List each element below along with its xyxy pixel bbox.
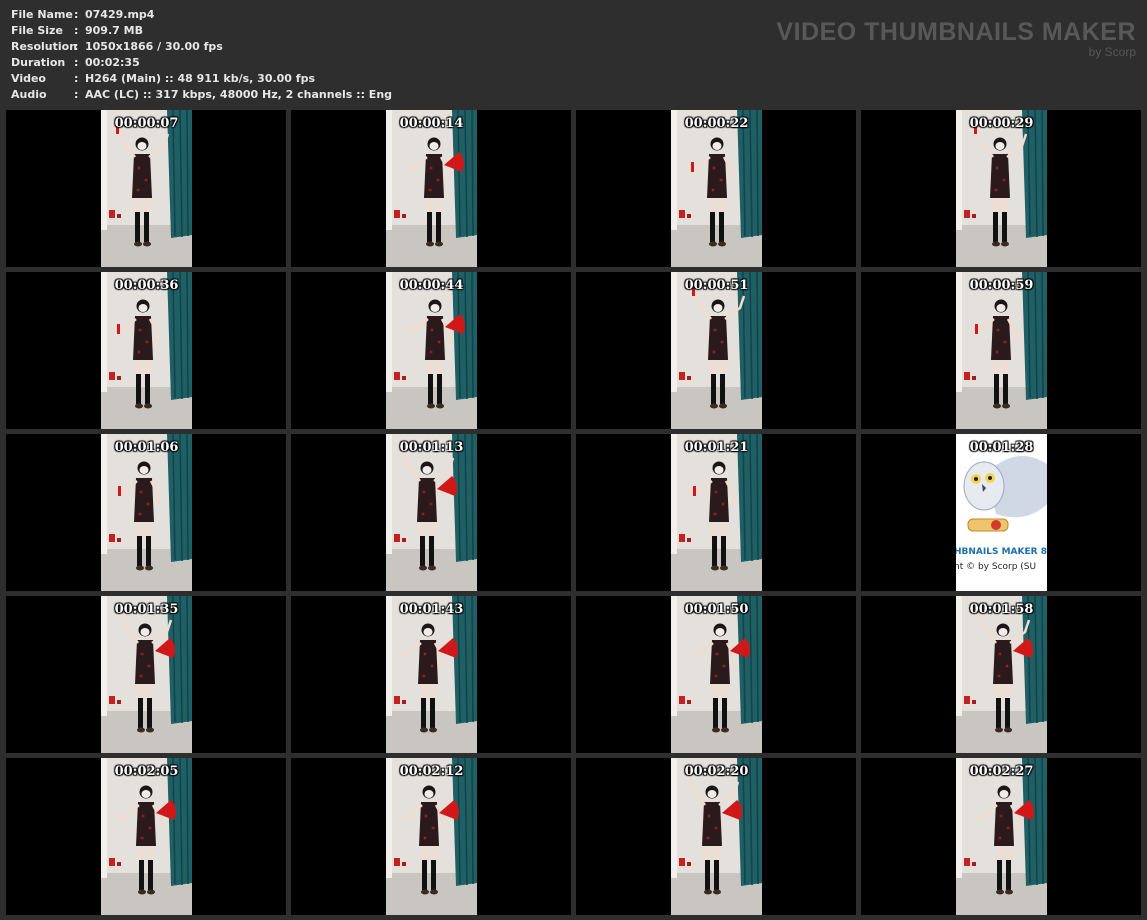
timestamp: 00:01:58 [969, 602, 1034, 617]
video-frame: 00:02:12 [386, 758, 477, 915]
logo-frame: HBNAILS MAKER 8 nt © by Scorp (SU 00:01:28 [956, 434, 1047, 591]
timestamp: 00:01:50 [684, 602, 749, 617]
timestamp: 00:01:35 [114, 602, 179, 617]
thumbnail-cell[interactable]: 00:01:13 [291, 434, 571, 591]
thumbnail-cell[interactable]: 00:01:43 [291, 596, 571, 753]
video-frame: 00:00:29 [956, 110, 1047, 267]
timestamp: 00:01:13 [399, 440, 464, 455]
timestamp: 00:00:59 [969, 278, 1034, 293]
video-frame: 00:00:22 [671, 110, 762, 267]
timestamp: 00:01:06 [114, 440, 179, 455]
timestamp: 00:02:20 [684, 764, 749, 779]
thumbnail-cell[interactable]: 00:01:21 [576, 434, 856, 591]
info-label: File Name [11, 8, 73, 21]
info-separator: : [74, 56, 79, 69]
thumbnail-cell[interactable]: 00:00:07 [6, 110, 286, 267]
video-frame: 00:00:14 [386, 110, 477, 267]
info-row: File Size:909.7 MB [11, 23, 392, 39]
timestamp: 00:00:14 [399, 116, 464, 131]
info-value: 909.7 MB [85, 24, 143, 37]
video-frame: 00:00:36 [101, 272, 192, 429]
info-value: 07429.mp4 [85, 8, 155, 21]
logo-credit: nt © by Scorp (SU [956, 562, 1037, 572]
info-row: Video: H264 (Main) :: 48 911 kb/s, 30.00 … [11, 71, 392, 87]
logo-caption: HBNAILS MAKER 8 [956, 547, 1047, 557]
thumbnail-cell[interactable]: 00:00:36 [6, 272, 286, 429]
timestamp: 00:02:27 [969, 764, 1034, 779]
thumbnail-cell[interactable]: 00:00:14 [291, 110, 571, 267]
info-value: 00:02:35 [85, 56, 140, 69]
video-frame: 00:02:05 [101, 758, 192, 915]
video-frame: 00:01:13 [386, 434, 477, 591]
info-separator: : [74, 88, 79, 101]
timestamp: 00:01:28 [969, 440, 1034, 455]
thumbnail-cell[interactable]: 00:00:22 [576, 110, 856, 267]
info-label: Duration [11, 56, 66, 69]
info-value: H264 (Main) :: 48 911 kb/s, 30.00 fps [85, 72, 316, 85]
info-label: Audio [11, 88, 47, 101]
video-frame: 00:01:43 [386, 596, 477, 753]
timestamp: 00:01:21 [684, 440, 749, 455]
video-frame: 00:01:06 [101, 434, 192, 591]
video-frame: 00:02:20 [671, 758, 762, 915]
thumbnail-cell[interactable]: 00:00:44 [291, 272, 571, 429]
brand-subtitle: by Scorp [1088, 45, 1136, 59]
thumbnail-cell[interactable]: 00:00:59 [861, 272, 1141, 429]
info-row: Audio: AAC (LC) :: 317 kbps, 48000 Hz, 2 … [11, 87, 392, 103]
thumbnail-cell[interactable]: 00:01:50 [576, 596, 856, 753]
thumbnail-cell[interactable]: 00:02:20 [576, 758, 856, 915]
timestamp: 00:01:43 [399, 602, 464, 617]
brand-title: VIDEO THUMBNAILS MAKER [776, 18, 1136, 46]
info-value: 1050x1866 / 30.00 fps [85, 40, 223, 53]
info-row: Duration:00:02:35 [11, 55, 392, 71]
info-separator: : [74, 72, 79, 85]
info-separator: : [74, 24, 79, 37]
timestamp: 00:00:29 [969, 116, 1034, 131]
video-frame: 00:02:27 [956, 758, 1047, 915]
timestamp: 00:00:22 [684, 116, 749, 131]
info-label: Video [11, 72, 46, 85]
video-frame: 00:01:50 [671, 596, 762, 753]
thumbnail-cell[interactable]: 00:02:05 [6, 758, 286, 915]
thumbnail-cell[interactable]: 00:01:35 [6, 596, 286, 753]
video-frame: 00:00:44 [386, 272, 477, 429]
timestamp: 00:00:51 [684, 278, 749, 293]
info-row: Resolution:1050x1866 / 30.00 fps [11, 39, 392, 55]
brand-watermark: VIDEO THUMBNAILS MAKER by Scorp [776, 18, 1136, 58]
info-value: AAC (LC) :: 317 kbps, 48000 Hz, 2 channe… [85, 88, 393, 101]
thumbnail-cell[interactable]: 00:01:58 [861, 596, 1141, 753]
thumbnail-cell[interactable]: 00:00:51 [576, 272, 856, 429]
header: File Name:07429.mp4 File Size:909.7 MB Res… [0, 0, 1147, 108]
thumbnail-cell[interactable]: 00:02:12 [291, 758, 571, 915]
timestamp: 00:00:44 [399, 278, 464, 293]
video-frame: 00:00:07 [101, 110, 192, 267]
video-frame: 00:01:21 [671, 434, 762, 591]
timestamp: 00:02:12 [399, 764, 464, 779]
info-row: File Name:07429.mp4 [11, 7, 392, 23]
thumbnail-cell[interactable]: HBNAILS MAKER 8 nt © by Scorp (SU 00:01:28 [861, 434, 1141, 591]
timestamp: 00:00:36 [114, 278, 179, 293]
file-info: File Name:07429.mp4 File Size:909.7 MB Res… [11, 7, 392, 103]
timestamp: 00:02:05 [114, 764, 179, 779]
info-label: File Size [11, 24, 63, 37]
info-separator: : [74, 40, 79, 53]
video-frame: 00:01:58 [956, 596, 1047, 753]
video-frame: 00:00:59 [956, 272, 1047, 429]
thumbnail-cell[interactable]: 00:01:06 [6, 434, 286, 591]
info-label: Resolution [11, 40, 78, 53]
info-separator: : [74, 8, 79, 21]
timestamp: 00:00:07 [114, 116, 179, 131]
thumbnail-cell[interactable]: 00:00:29 [861, 110, 1141, 267]
video-frame: 00:00:51 [671, 272, 762, 429]
thumbnail-cell[interactable]: 00:02:27 [861, 758, 1141, 915]
video-frame: 00:01:35 [101, 596, 192, 753]
